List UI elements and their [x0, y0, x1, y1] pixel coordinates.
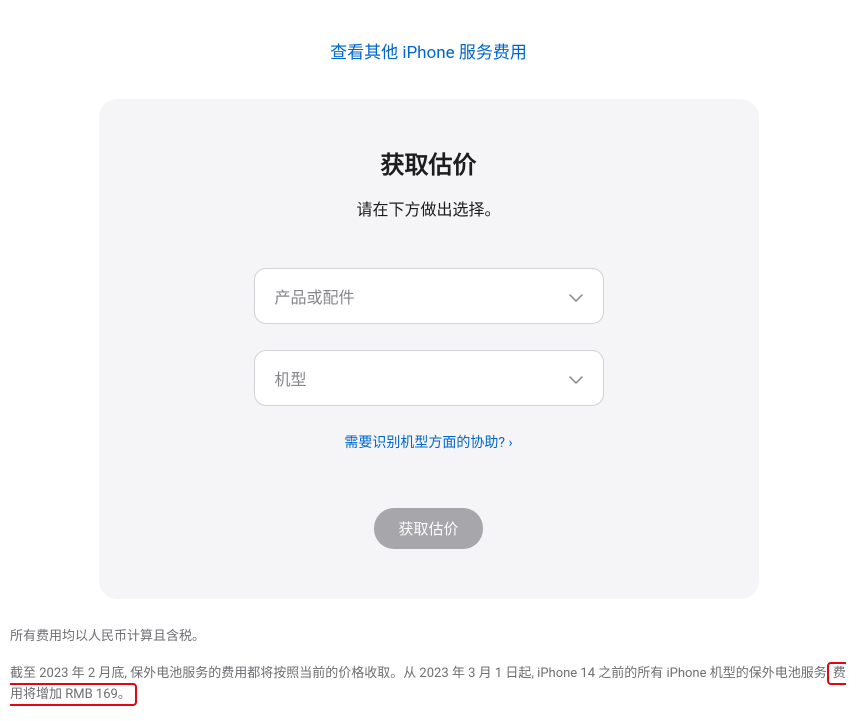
button-wrapper: 获取估价	[99, 508, 759, 549]
model-select[interactable]: 机型	[254, 350, 604, 406]
top-link-container: 查看其他 iPhone 服务费用	[0, 38, 857, 63]
other-services-link[interactable]: 查看其他 iPhone 服务费用	[330, 43, 527, 63]
product-select-placeholder: 产品或配件	[275, 284, 355, 308]
model-select-placeholder: 机型	[275, 366, 307, 390]
estimate-card: 获取估价 请在下方做出选择。 产品或配件 机型 需要识别机型方面的协助? ›	[99, 99, 759, 599]
model-select-wrapper: 机型	[254, 350, 604, 406]
chevron-down-icon	[569, 369, 583, 388]
chevron-right-icon: ›	[508, 435, 512, 451]
footnote-currency: 所有费用均以人民币计算且含税。	[10, 627, 847, 648]
footnote: 所有费用均以人民币计算且含税。 截至 2023 年 2 月底, 保外电池服务的费…	[10, 627, 847, 705]
help-link-container: 需要识别机型方面的协助? ›	[99, 432, 759, 452]
identify-model-help-link[interactable]: 需要识别机型方面的协助? ›	[344, 435, 512, 451]
chevron-down-icon	[569, 287, 583, 306]
footnote-text-part1: 截至 2023 年 2 月底, 保外电池服务的费用都将按照当前的价格收取。从 2…	[10, 666, 827, 681]
get-estimate-button[interactable]: 获取估价	[374, 508, 482, 549]
product-select[interactable]: 产品或配件	[254, 268, 604, 324]
product-select-wrapper: 产品或配件	[254, 268, 604, 324]
card-subtitle: 请在下方做出选择。	[99, 196, 759, 220]
footnote-price-change: 截至 2023 年 2 月底, 保外电池服务的费用都将按照当前的价格收取。从 2…	[10, 664, 847, 706]
card-title: 获取估价	[99, 145, 759, 180]
